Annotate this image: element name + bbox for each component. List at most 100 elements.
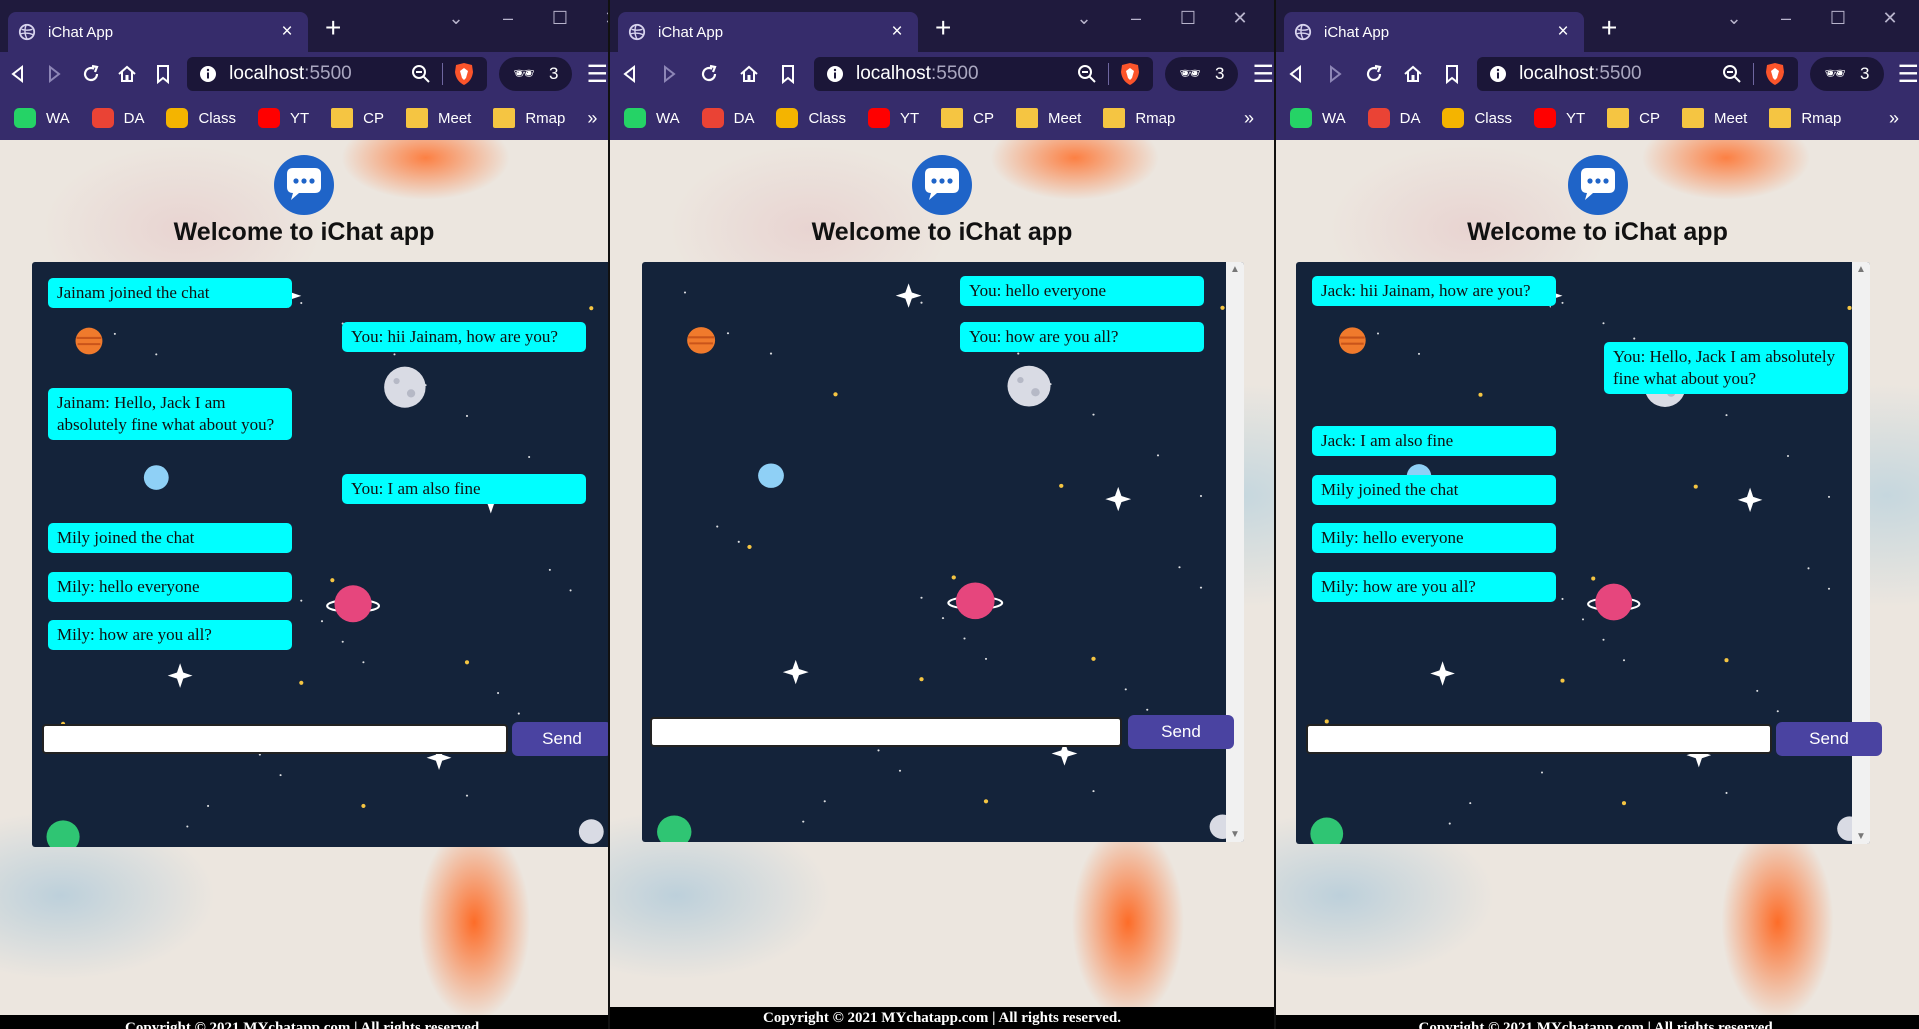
tab-list-chevron-icon[interactable]: ⌄ [430, 8, 482, 29]
bookmark-rmap[interactable]: Rmap [1103, 108, 1175, 128]
bookmark-label: CP [363, 109, 384, 127]
bookmark-cp[interactable]: CP [1607, 108, 1660, 128]
bookmark-class[interactable]: Class [1442, 108, 1512, 128]
zoom-icon[interactable] [1721, 63, 1743, 85]
bookmark-meet[interactable]: Meet [1681, 108, 1747, 128]
close-window-icon[interactable]: ✕ [586, 8, 608, 29]
minimize-icon[interactable]: – [1110, 8, 1162, 29]
maximize-icon[interactable]: ☐ [1812, 8, 1864, 29]
browser-tab[interactable]: iChat App × [1284, 12, 1584, 52]
close-tab-icon[interactable]: × [886, 21, 908, 43]
menu-icon[interactable]: ☰ [1898, 60, 1919, 89]
address-bar[interactable]: localhost:5500 [813, 57, 1154, 91]
bookmark-icon [157, 65, 170, 85]
scroll-down-icon[interactable]: ▼ [1226, 829, 1244, 840]
bookmarks-overflow-icon[interactable]: » [1244, 108, 1254, 129]
back-button[interactable] [610, 56, 650, 92]
reload-button[interactable] [72, 56, 108, 92]
bookmark-button[interactable] [768, 56, 808, 92]
scroll-down-icon[interactable]: ▼ [1852, 831, 1870, 842]
bookmarks-overflow-icon[interactable]: » [1889, 108, 1899, 129]
new-tab-button[interactable]: + [1601, 14, 1617, 42]
extensions-button[interactable]: 🕶 3 [1810, 57, 1884, 91]
bookmark-class[interactable]: Class [166, 108, 236, 128]
zoom-icon[interactable] [1076, 63, 1098, 85]
home-button[interactable] [729, 56, 769, 92]
bookmark-cp[interactable]: CP [331, 108, 384, 128]
bookmark-cp[interactable]: CP [941, 108, 994, 128]
brave-shield-icon[interactable] [1764, 62, 1786, 86]
address-bar[interactable]: localhost:5500 [1477, 57, 1799, 91]
chat-container[interactable]: You: hello everyone You: how are you all?… [642, 262, 1244, 842]
close-window-icon[interactable]: ✕ [1864, 8, 1916, 29]
bookmark-rmap[interactable]: Rmap [493, 108, 565, 128]
bookmark-yt[interactable]: YT [1533, 108, 1585, 128]
new-tab-button[interactable]: + [935, 14, 951, 42]
bookmark-da[interactable]: DA [701, 108, 754, 128]
message-input[interactable] [1306, 724, 1772, 754]
minimize-icon[interactable]: – [482, 8, 534, 29]
menu-icon[interactable]: ☰ [1252, 60, 1274, 89]
forward-button[interactable] [650, 56, 690, 92]
address-bar[interactable]: localhost:5500 [187, 57, 488, 91]
message-input[interactable] [650, 717, 1122, 747]
message-received: Jack: hii Jainam, how are you? [1312, 276, 1556, 306]
site-info-icon[interactable] [1489, 65, 1507, 83]
site-info-icon[interactable] [199, 65, 217, 83]
reload-button[interactable] [1354, 56, 1393, 92]
extensions-button[interactable]: 🕶 3 [499, 57, 573, 91]
bookmark-yt[interactable]: YT [867, 108, 919, 128]
home-button[interactable] [109, 56, 145, 92]
chat-container[interactable]: Jainam joined the chat You: hii Jainam, h… [32, 262, 608, 847]
close-tab-icon[interactable]: × [1552, 21, 1574, 43]
new-tab-button[interactable]: + [325, 14, 341, 42]
page-title: Welcome to iChat app [1467, 218, 1728, 246]
scroll-up-icon[interactable]: ▲ [1226, 264, 1244, 275]
bookmark-meet[interactable]: Meet [1015, 108, 1081, 128]
bookmark-label: DA [1399, 109, 1421, 127]
back-button[interactable] [1276, 56, 1315, 92]
bookmark-meet[interactable]: Meet [405, 108, 471, 128]
menu-icon[interactable]: ☰ [586, 60, 608, 89]
bookmark-da[interactable]: DA [91, 108, 144, 128]
tab-list-chevron-icon[interactable]: ⌄ [1708, 8, 1760, 29]
brave-shield-icon[interactable] [1119, 62, 1141, 86]
bookmarks-overflow-icon[interactable]: » [587, 108, 597, 129]
bookmark-wa[interactable]: WA [14, 108, 70, 128]
bookmark-wa[interactable]: WA [1290, 108, 1346, 128]
send-button[interactable]: Send [1776, 722, 1882, 756]
scroll-up-icon[interactable]: ▲ [1852, 264, 1870, 275]
back-button[interactable] [0, 56, 36, 92]
browser-tab[interactable]: iChat App × [618, 12, 918, 52]
minimize-icon[interactable]: – [1760, 8, 1812, 29]
close-tab-icon[interactable]: × [276, 21, 298, 43]
brave-shield-icon[interactable] [453, 62, 475, 86]
reload-button[interactable] [689, 56, 729, 92]
bookmark-rmap[interactable]: Rmap [1769, 108, 1841, 128]
bookmark-button[interactable] [145, 56, 181, 92]
bookmark-button[interactable] [1432, 56, 1471, 92]
browser-window-1: iChat App × + ⌄ – ☐ ✕ localhost:5500 [0, 0, 608, 1029]
chat-scrollbar[interactable]: ▲ ▼ [1226, 262, 1244, 842]
browser-tab[interactable]: iChat App × [8, 12, 308, 52]
chat-container[interactable]: Jack: hii Jainam, how are you? You: Hello… [1296, 262, 1870, 844]
send-button[interactable]: Send [1128, 715, 1234, 749]
bookmark-wa[interactable]: WA [624, 108, 680, 128]
send-button[interactable]: Send [512, 722, 608, 756]
maximize-icon[interactable]: ☐ [534, 8, 586, 29]
tab-list-chevron-icon[interactable]: ⌄ [1058, 8, 1110, 29]
chat-scrollbar[interactable]: ▲ ▼ [1852, 262, 1870, 844]
site-info-icon[interactable] [826, 65, 844, 83]
maximize-icon[interactable]: ☐ [1162, 8, 1214, 29]
home-button[interactable] [1393, 56, 1432, 92]
extensions-button[interactable]: 🕶 3 [1165, 57, 1239, 91]
bookmark-class[interactable]: Class [776, 108, 846, 128]
zoom-icon[interactable] [410, 63, 432, 85]
bookmark-yt[interactable]: YT [257, 108, 309, 128]
forward-button[interactable] [36, 56, 72, 92]
bookmark-da[interactable]: DA [1367, 108, 1421, 128]
close-window-icon[interactable]: ✕ [1214, 8, 1266, 29]
message-input[interactable] [42, 724, 508, 754]
bookmark-label: Rmap [525, 109, 566, 127]
forward-button[interactable] [1315, 56, 1354, 92]
